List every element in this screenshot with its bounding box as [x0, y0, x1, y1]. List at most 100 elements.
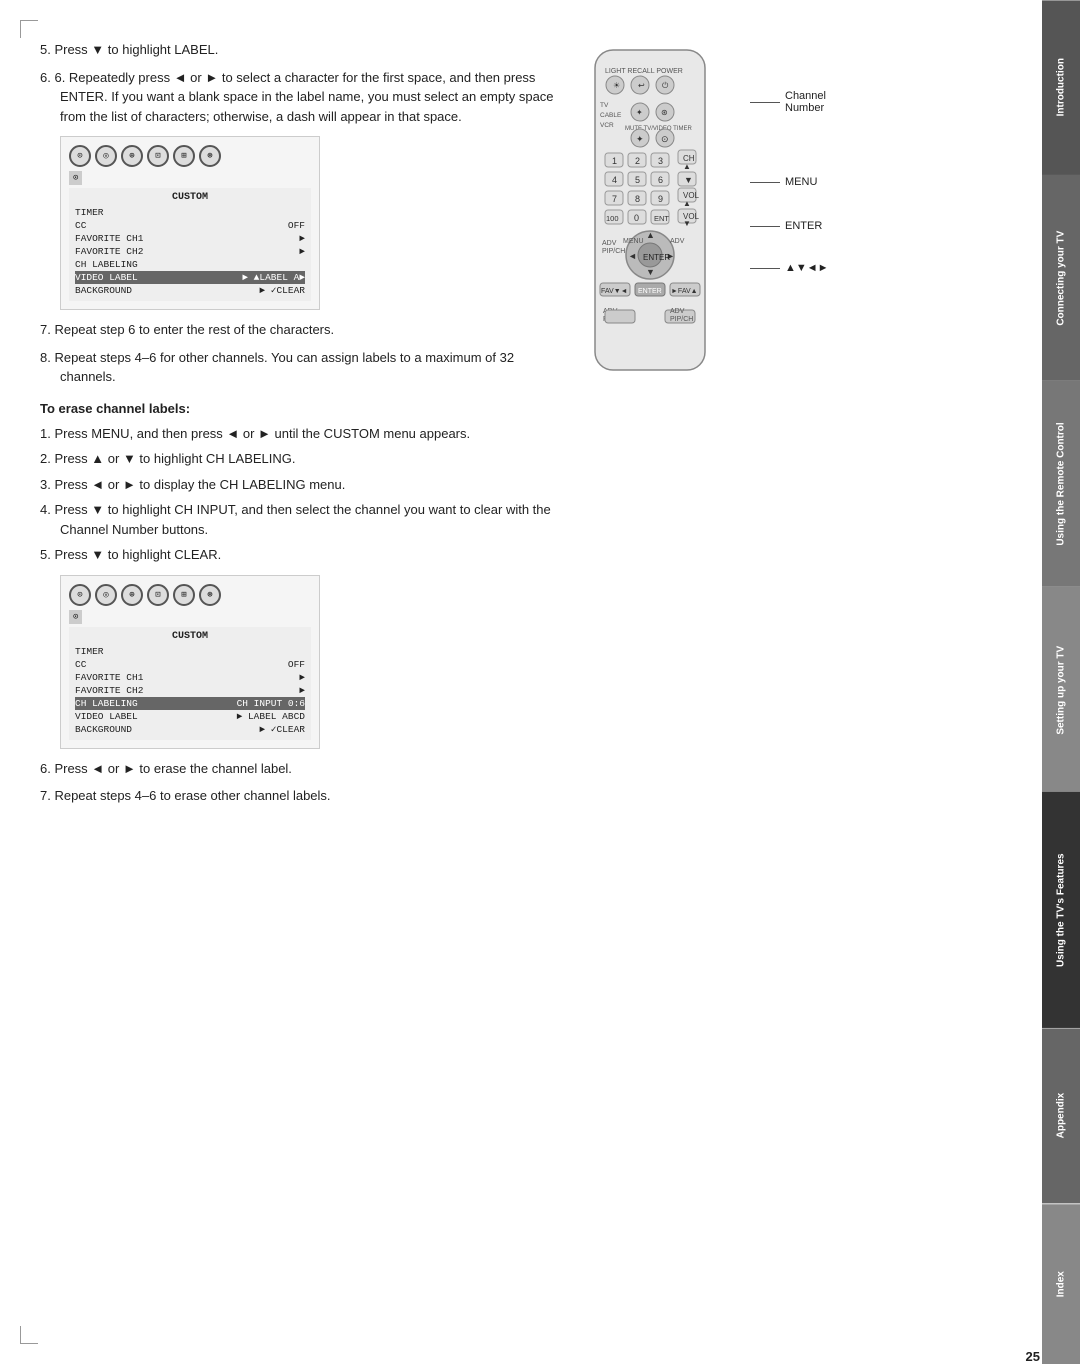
- svg-text:⏻: ⏻: [662, 81, 669, 90]
- sidebar-tab-remote[interactable]: Using the Remote Control: [1042, 381, 1080, 587]
- svg-text:1: 1: [612, 156, 617, 166]
- svg-text:8: 8: [635, 194, 640, 204]
- label-channel-number: Channel Number: [750, 90, 829, 114]
- menu-title-2: CUSTOM: [75, 631, 305, 642]
- svg-text:TV: TV: [600, 102, 609, 109]
- label-line-menu: [750, 182, 780, 183]
- icon-2: ◎: [95, 145, 117, 167]
- step-8-text: 8. Repeat steps 4–6 for other channels. …: [40, 348, 560, 387]
- menu-icons-row-2: ⊙ ◎ ⊕ ⊡ ⊞ ⊛: [69, 584, 311, 606]
- page-number: 25: [1026, 1349, 1040, 1364]
- channel-number-label: Channel Number: [785, 90, 826, 114]
- erase-step-5: 5. Press ▼ to highlight CLEAR.: [40, 545, 560, 565]
- menu-title-1: CUSTOM: [75, 192, 305, 203]
- svg-text:✦: ✦: [636, 134, 644, 144]
- step-6b: 6. Press ◄ or ► to erase the channel lab…: [40, 759, 560, 779]
- menu-row-fav1: FAVORITE CH1 ►: [75, 232, 305, 245]
- erase-step-1: 1. Press MENU, and then press ◄ or ► unt…: [40, 424, 560, 444]
- svg-text:▼: ▼: [646, 267, 655, 277]
- sidebar-tab-index[interactable]: Index: [1042, 1204, 1080, 1364]
- erase-heading: To erase channel labels:: [40, 401, 560, 416]
- svg-text:▼: ▼: [684, 175, 693, 185]
- svg-text:▲: ▲: [646, 230, 655, 240]
- step-6b-text: 6. Press ◄ or ► to erase the channel lab…: [40, 759, 560, 779]
- svg-text:ADV: ADV: [602, 240, 617, 247]
- svg-text:PIP/CH: PIP/CH: [670, 316, 693, 323]
- icon2-1: ⊙: [69, 584, 91, 606]
- label-arrows: ▲▼◄►: [750, 262, 829, 274]
- svg-text:VCR: VCR: [600, 122, 614, 129]
- remote-label-block: Channel Number MENU ENTER ▲▼◄►: [750, 90, 829, 274]
- arrows-label: ▲▼◄►: [785, 262, 829, 274]
- step-7: 7. Repeat step 6 to enter the rest of th…: [40, 320, 560, 340]
- icon-4: ⊡: [147, 145, 169, 167]
- svg-text:▼: ▼: [683, 219, 691, 228]
- step-7b-text: 7. Repeat steps 4–6 to erase other chann…: [40, 786, 560, 806]
- icon-1: ⊙: [69, 145, 91, 167]
- svg-text:✦: ✦: [636, 108, 643, 117]
- remote-control-image: LIGHT RECALL POWER ☀ ↩ ⏻ TV CABLE VCR ✦ …: [570, 45, 730, 385]
- menu-row-background: BACKGROUND ► ✓CLEAR: [75, 284, 305, 297]
- svg-text:►FAV▲: ►FAV▲: [671, 288, 698, 295]
- menu-row-timer: TIMER: [75, 206, 305, 219]
- menu2-row-fav1: FAVORITE CH1 ►: [75, 671, 305, 684]
- svg-text:7: 7: [612, 194, 617, 204]
- svg-text:9: 9: [658, 194, 663, 204]
- svg-text:PIP/CH: PIP/CH: [602, 248, 625, 255]
- sidebar-tab-introduction[interactable]: Introduction: [1042, 0, 1080, 175]
- svg-text:ENTER: ENTER: [638, 288, 662, 295]
- svg-text:ENT: ENT: [654, 214, 669, 223]
- icon2-6: ⊛: [199, 584, 221, 606]
- svg-text:ENTER: ENTER: [643, 253, 670, 262]
- menu-row-cc: CC OFF: [75, 219, 305, 232]
- erase-steps-list: 1. Press MENU, and then press ◄ or ► unt…: [40, 424, 560, 565]
- remote-wrap: LIGHT RECALL POWER ☀ ↩ ⏻ TV CABLE VCR ✦ …: [570, 45, 950, 385]
- main-content: 5. Press ▼ to highlight LABEL. 6. 6. Rep…: [40, 40, 1025, 1324]
- icon-5: ⊞: [173, 145, 195, 167]
- label-line-ch: [750, 102, 780, 103]
- menu-body-1: CUSTOM TIMER CC OFF FAVORITE CH1 ► FAVOR…: [69, 188, 311, 301]
- step-6-text: 6. 6. Repeatedly press ◄ or ► to select …: [40, 68, 560, 127]
- sidebar: Introduction Connecting your TV Using th…: [1042, 0, 1080, 1364]
- sidebar-tab-appendix[interactable]: Appendix: [1042, 1028, 1080, 1203]
- left-column: 5. Press ▼ to highlight LABEL. 6. 6. Rep…: [40, 40, 560, 814]
- svg-text:LIGHT RECALL POWER: LIGHT RECALL POWER: [605, 68, 683, 75]
- label-menu: MENU: [750, 176, 829, 188]
- svg-text:5: 5: [635, 175, 640, 185]
- svg-text:◄: ◄: [628, 251, 637, 261]
- label-enter: ENTER: [750, 220, 829, 232]
- svg-text:FAV▼◄: FAV▼◄: [601, 288, 628, 295]
- sidebar-tab-connecting[interactable]: Connecting your TV: [1042, 175, 1080, 381]
- sidebar-tab-features[interactable]: Using the TV's Features: [1042, 792, 1080, 1028]
- menu-screenshot-2: ⊙ ◎ ⊕ ⊡ ⊞ ⊛ ⊙ CUSTOM TIMER CC OFF FA: [60, 575, 320, 749]
- svg-text:▲: ▲: [683, 162, 691, 171]
- sidebar-tab-setting[interactable]: Setting up your TV: [1042, 587, 1080, 793]
- right-column: LIGHT RECALL POWER ☀ ↩ ⏻ TV CABLE VCR ✦ …: [570, 40, 950, 385]
- enter-label: ENTER: [785, 220, 822, 232]
- svg-text:0: 0: [634, 213, 639, 223]
- svg-text:↩: ↩: [638, 81, 645, 90]
- svg-text:2: 2: [635, 156, 640, 166]
- menu-logo: ⊙: [69, 171, 82, 185]
- svg-text:CABLE: CABLE: [600, 112, 622, 119]
- icon2-5: ⊞: [173, 584, 195, 606]
- svg-text:ADV: ADV: [670, 308, 685, 315]
- menu2-row-videolabel: VIDEO LABEL ► LABEL ABCD: [75, 710, 305, 723]
- step-6: 6. 6. Repeatedly press ◄ or ► to select …: [40, 68, 560, 127]
- menu2-row-background: BACKGROUND ► ✓CLEAR: [75, 723, 305, 736]
- menu-row-fav2: FAVORITE CH2 ►: [75, 245, 305, 258]
- svg-text:▲: ▲: [683, 199, 691, 208]
- erase-step-2: 2. Press ▲ or ▼ to highlight CH LABELING…: [40, 449, 560, 469]
- svg-text:6: 6: [658, 175, 663, 185]
- menu2-row-timer: TIMER: [75, 645, 305, 658]
- icon2-2: ◎: [95, 584, 117, 606]
- menu-row-chlabel: CH LABELING: [75, 258, 305, 271]
- menu-label: MENU: [785, 176, 817, 188]
- erase-step-3: 3. Press ◄ or ► to display the CH LABELI…: [40, 475, 560, 495]
- svg-text:⊙: ⊙: [661, 134, 669, 144]
- svg-text:⊛: ⊛: [661, 108, 668, 117]
- step-5-text: 5. Press ▼ to highlight LABEL.: [40, 40, 560, 60]
- corner-mark-bl: [20, 1326, 38, 1344]
- corner-mark-tl: [20, 20, 38, 38]
- step-5: 5. Press ▼ to highlight LABEL.: [40, 40, 560, 60]
